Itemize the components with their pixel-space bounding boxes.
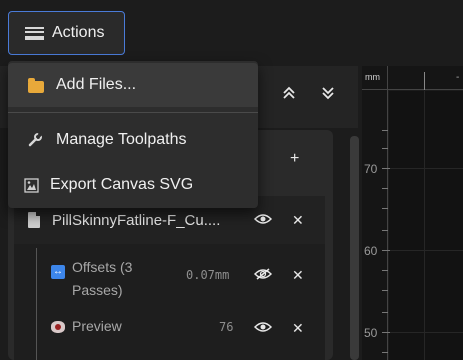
wrench-icon [27,132,43,153]
toolpath-preview-value: 76 [219,320,234,334]
ruler-tick [382,148,388,149]
grid-line [424,91,425,360]
ruler-tick [382,188,388,189]
ruler-tick [382,250,390,251]
export-svg-icon [24,178,39,198]
tree-connector [36,248,37,360]
ruler-label: 50 [364,326,378,340]
grid-line [389,250,463,251]
menu-item-label: Add Files... [56,76,137,93]
actions-menu-button[interactable]: Actions [8,11,125,55]
visibility-eye-icon[interactable] [254,213,272,225]
visibility-eye-icon[interactable] [254,321,272,333]
canvas-viewport[interactable] [389,91,463,360]
collapse-all-icon[interactable] [280,84,298,102]
ruler-tick [382,208,388,209]
ruler-tick [382,270,388,271]
toolpath-offsets-label[interactable]: Offsets (3 Passes) [72,256,172,302]
preview-eye-icon [51,321,65,333]
ruler-tick [382,168,390,169]
menu-item-export-canvas-svg[interactable]: Export Canvas SVG [8,163,258,207]
expand-all-icon[interactable] [319,84,337,102]
ruler-tick [382,332,390,333]
remove-preview-button[interactable]: ✕ [292,321,304,335]
menu-item-add-files[interactable]: Add Files... [8,63,258,107]
unit-label: mm [362,66,388,90]
menu-item-label: Export Canvas SVG [50,176,194,193]
file-name: PillSkinnyFatline-F_Cu.... [52,212,221,229]
menu-item-manage-toolpaths[interactable]: Manage Toolpaths [8,118,258,162]
grid-line [389,168,463,169]
toolpath-preview-label[interactable]: Preview [72,318,122,334]
grid-line [389,332,463,333]
ruler-tick [382,130,388,131]
menu-item-label: Manage Toolpaths [56,131,187,148]
actions-button-label: Actions [52,24,105,41]
folder-icon [28,78,44,93]
panel-scrollbar[interactable] [350,136,359,360]
top-ruler-label: - [456,72,460,83]
ruler-tick [382,312,388,313]
menu-list-icon [25,26,44,40]
toolpath-offsets-value: 0.07mm [186,268,230,282]
visibility-hidden-icon[interactable] [254,268,272,280]
actions-dropdown-menu: Add Files... Manage Toolpaths Export Can… [8,61,258,208]
ruler-tick [424,72,425,90]
offset-icon: ↔ [51,265,65,279]
add-layer-button[interactable]: + [290,150,299,168]
ruler-tick [382,352,388,353]
remove-offsets-button[interactable]: ✕ [292,268,304,282]
ruler-tick [382,230,388,231]
remove-file-button[interactable]: ✕ [292,213,304,227]
ruler-label: 70 [364,162,378,176]
ruler-label: 60 [364,244,378,258]
document-icon [28,212,40,228]
menu-divider [8,112,258,113]
ruler-tick [382,290,388,291]
